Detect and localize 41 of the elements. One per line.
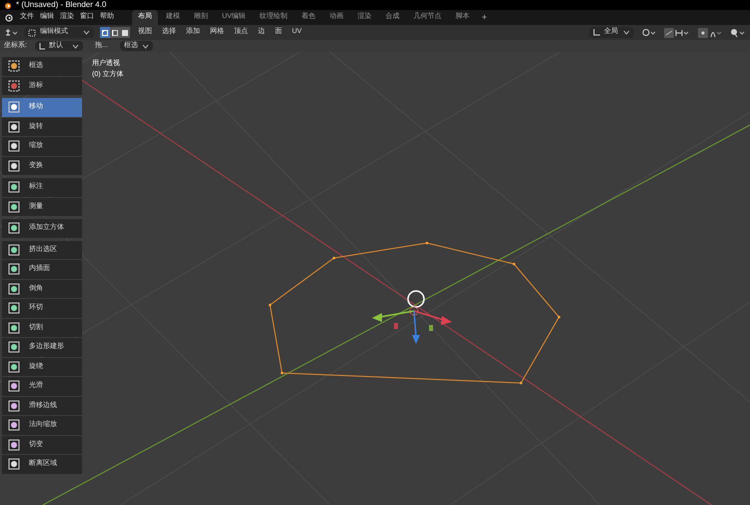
chevron-icon (83, 30, 90, 35)
tool-icon (7, 139, 21, 154)
tool-icon (7, 379, 21, 394)
select-mode-button[interactable] (110, 27, 120, 38)
chevron-icon (142, 44, 149, 48)
tool-icon (7, 100, 21, 114)
window-title: * (Unsaved) - Blender 4.0 (16, 1, 106, 9)
snap-icon[interactable] (664, 28, 690, 38)
tool-icon (7, 120, 21, 134)
add-workspace-button[interactable]: + (478, 10, 491, 24)
edge-icon (112, 30, 118, 36)
tool-icon (7, 200, 21, 214)
select-mode-button[interactable] (100, 27, 110, 38)
tool-icon (7, 59, 21, 74)
tool-icon (7, 418, 21, 432)
mode-icon (28, 28, 36, 36)
3d-cursor-icon[interactable] (407, 290, 425, 308)
chevron-icon (72, 44, 79, 48)
tool-icon (7, 180, 21, 194)
axes-icon (593, 29, 600, 36)
tool-icon (7, 78, 21, 93)
face-icon (122, 30, 128, 36)
tool-icon (7, 242, 21, 257)
tool-icon (7, 221, 21, 236)
tool-icon (7, 301, 21, 316)
tool-icon (7, 398, 21, 413)
pivot-icon[interactable] (642, 28, 656, 37)
tool-icon (7, 438, 21, 452)
chevron-icon (623, 30, 630, 35)
tool-icon (7, 262, 21, 276)
proportional-edit-icon[interactable] (698, 28, 722, 38)
axes-icon (38, 42, 45, 50)
tool-icon (7, 340, 21, 354)
select-mode-button[interactable] (120, 27, 130, 38)
tool-icon (7, 320, 21, 335)
move-gizmo-drawing[interactable] (372, 306, 452, 344)
tool-icon (7, 282, 21, 296)
vertex-icon (102, 30, 108, 36)
tool-icon (7, 360, 21, 374)
tool-icon (7, 158, 21, 173)
tool-icon (7, 457, 21, 472)
